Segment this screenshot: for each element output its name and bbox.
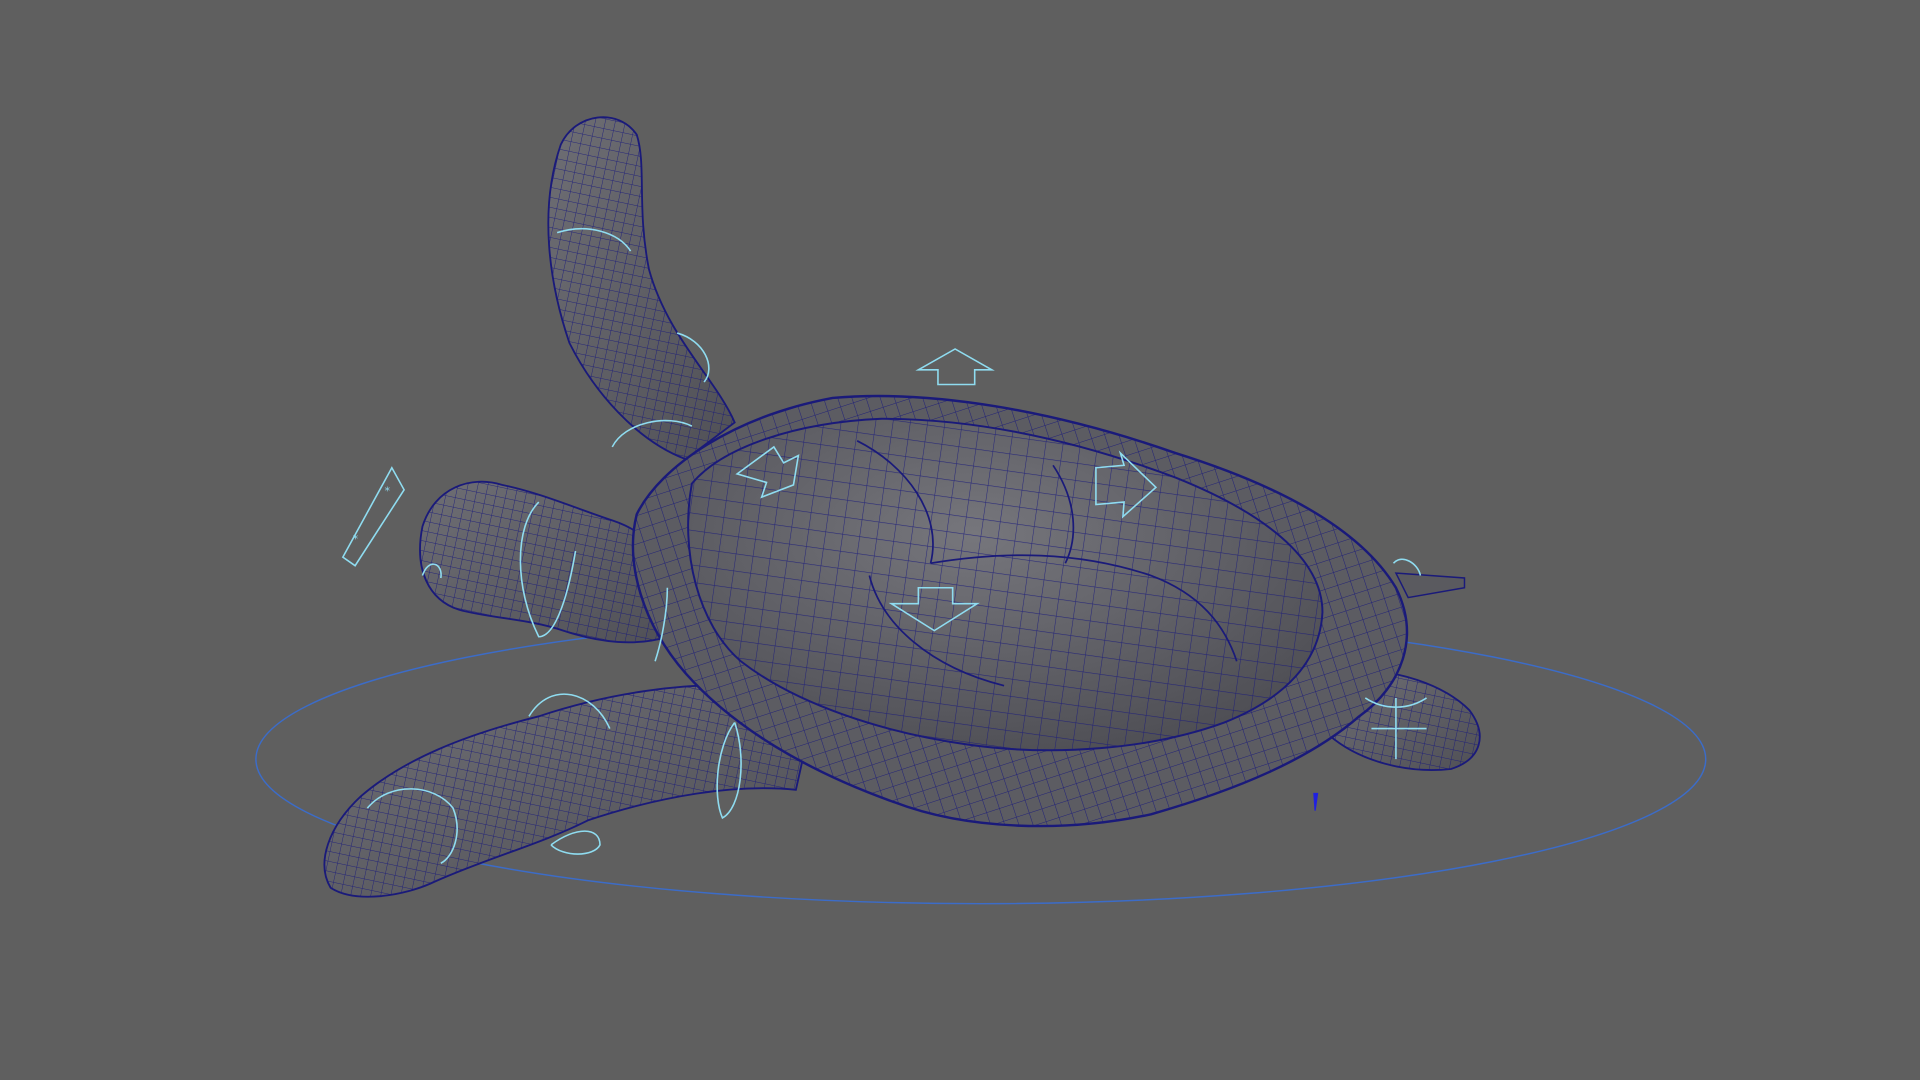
selection-marker-icon (1313, 792, 1319, 811)
svg-text:*: * (353, 532, 359, 545)
turtle-mesh-icon[interactable] (323, 116, 1481, 898)
svg-text:*: * (384, 485, 390, 498)
3d-viewport[interactable]: * * (0, 0, 1920, 1080)
viewport-canvas[interactable]: * * (0, 0, 1920, 1080)
